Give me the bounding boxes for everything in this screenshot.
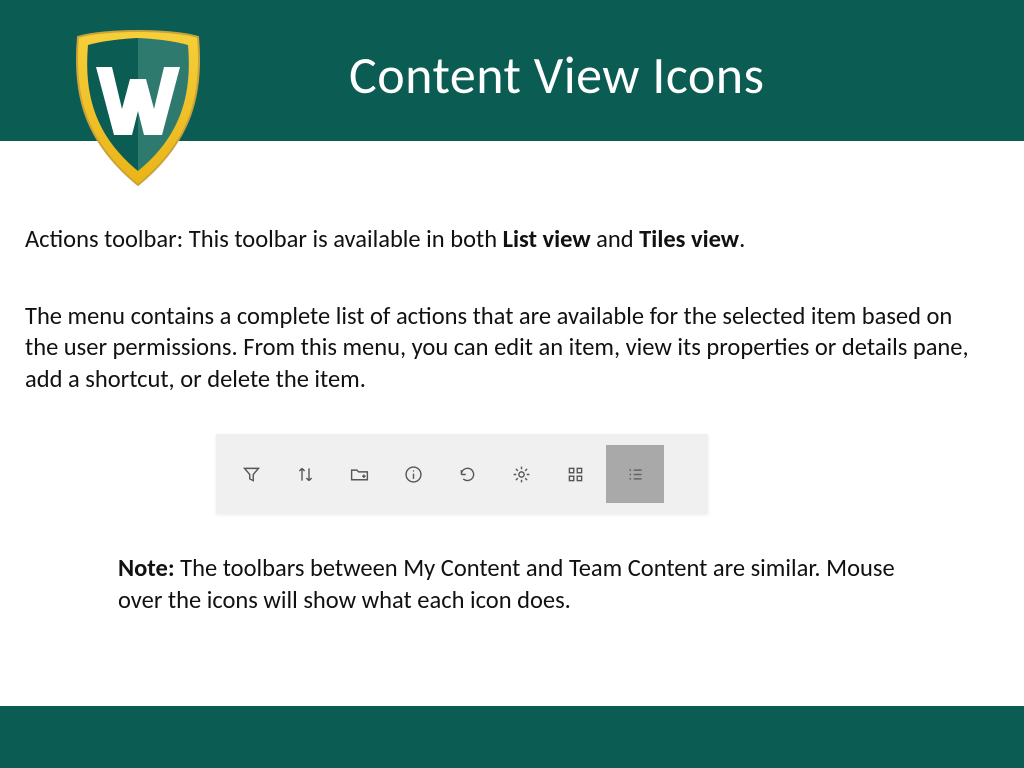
organization-logo-shield-icon (64, 23, 212, 193)
footer-band (0, 706, 1024, 768)
info-icon[interactable] (386, 434, 440, 514)
new-folder-icon[interactable] (332, 434, 386, 514)
sort-icon[interactable] (278, 434, 332, 514)
note-label: Note: (118, 553, 175, 583)
bold-tiles-view: Tiles view (639, 224, 739, 254)
text: . (739, 224, 745, 254)
paragraph-actions-toolbar: Actions toolbar: This toolbar is availab… (25, 224, 985, 255)
note-text: Note: The toolbars between My Content an… (118, 553, 908, 617)
text: and (591, 224, 640, 254)
note-body: The toolbars between My Content and Team… (118, 553, 895, 615)
actions-toolbar (216, 434, 708, 514)
text: Actions toolbar: This toolbar is availab… (25, 224, 503, 254)
refresh-icon[interactable] (440, 434, 494, 514)
bold-list-view: List view (503, 224, 591, 254)
paragraph-menu-description: The menu contains a complete list of act… (25, 301, 985, 395)
page-title: Content View Icons (349, 43, 764, 107)
settings-icon[interactable] (494, 434, 548, 514)
list-view-icon[interactable] (606, 445, 664, 503)
filter-icon[interactable] (224, 434, 278, 514)
tiles-view-icon[interactable] (548, 434, 602, 514)
